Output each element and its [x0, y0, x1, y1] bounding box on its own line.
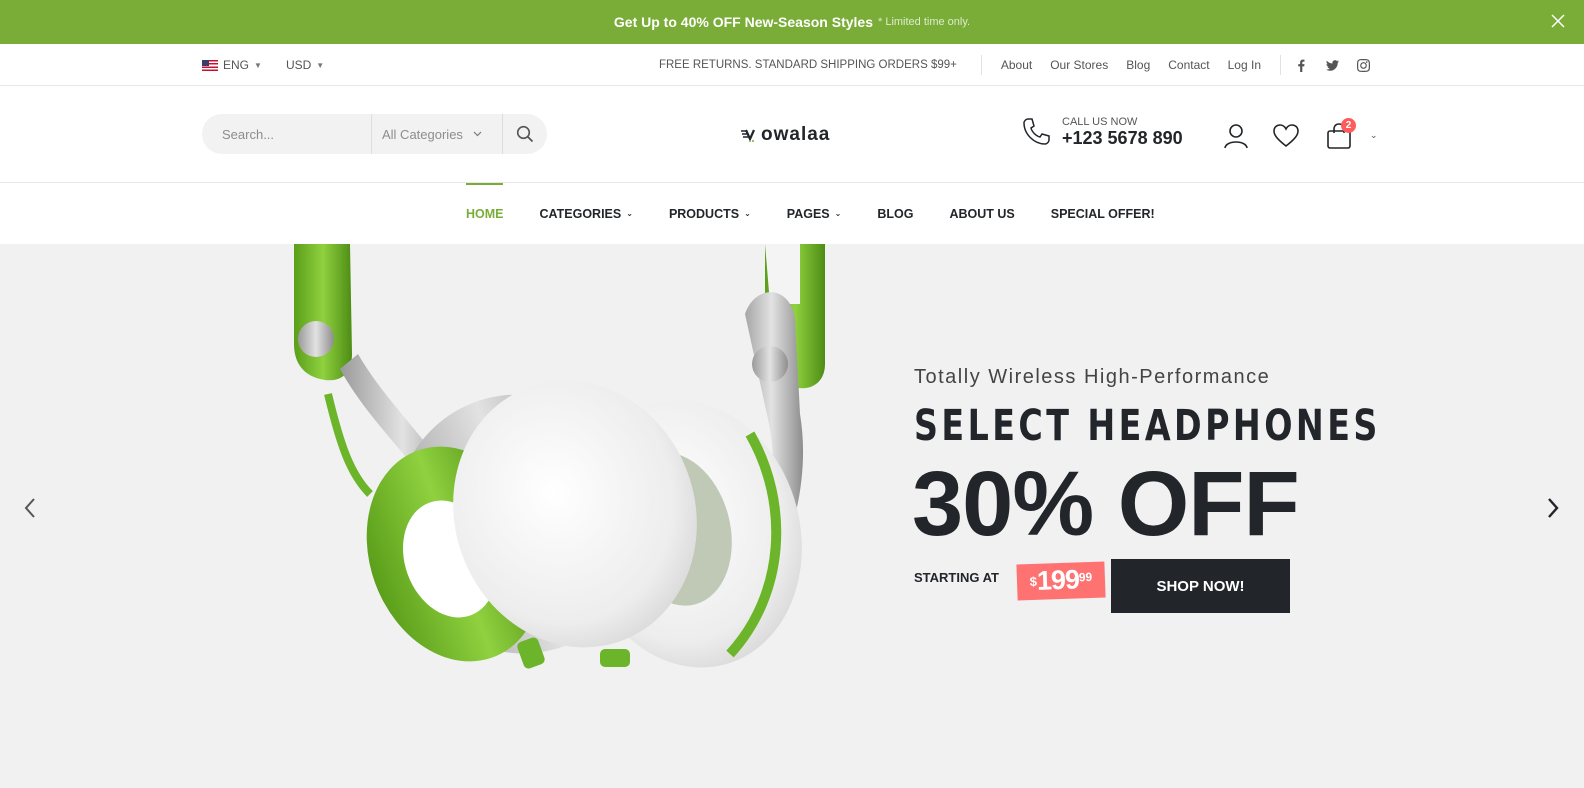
chevron-down-icon[interactable]: ⌄: [1370, 130, 1378, 141]
chevron-down-icon: ⌄: [626, 209, 633, 218]
chevron-down-icon: ▼: [254, 60, 262, 70]
shipping-notice: FREE RETURNS. STANDARD SHIPPING ORDERS $…: [658, 59, 957, 71]
site-logo[interactable]: owalaa: [741, 124, 830, 146]
nav-categories[interactable]: CATEGORIES ⌄: [540, 183, 669, 244]
category-value: All Categories: [382, 126, 463, 142]
nav-blog[interactable]: BLOG: [877, 183, 949, 244]
language-label: ENG: [223, 58, 250, 72]
top-bar: ENG ▼ USD ▼ FREE RETURNS. STANDARD SHIPP…: [0, 44, 1584, 86]
logo-cart-icon: [741, 129, 756, 142]
link-contact[interactable]: Contact: [1159, 58, 1218, 72]
price-tag: $ 199 99: [1016, 561, 1106, 601]
price-cents: 99: [1078, 569, 1093, 585]
nav-special-offer[interactable]: SPECIAL OFFER!: [1051, 183, 1191, 244]
twitter-icon[interactable]: [1326, 59, 1339, 72]
link-our-stores[interactable]: Our Stores: [1041, 58, 1117, 72]
search-input[interactable]: Search...: [202, 114, 372, 154]
price-dollars: 199: [1036, 564, 1080, 596]
phone-icon: [1023, 118, 1050, 145]
link-log-in[interactable]: Log In: [1219, 58, 1270, 72]
contact-block: CALL US NOW +123 5678 890: [1020, 116, 1183, 148]
search-button[interactable]: [503, 114, 547, 154]
nav-pages[interactable]: PAGES ⌄: [787, 183, 878, 244]
hero-subtitle: Totally Wireless High-Performance: [914, 366, 1271, 388]
search-icon: [516, 125, 534, 143]
link-about[interactable]: About: [992, 58, 1041, 72]
us-flag-icon: [202, 59, 218, 71]
chevron-down-icon: ⌄: [834, 209, 842, 218]
search-placeholder: Search...: [222, 126, 275, 142]
chevron-down-icon: [473, 131, 482, 137]
logo-text: owalaa: [761, 124, 831, 145]
starting-at-label: STARTING AT: [914, 570, 999, 585]
promo-bar: Get Up to 40% OFF New-Season Styles * Li…: [0, 0, 1584, 44]
nav-about-us[interactable]: ABOUT US: [949, 183, 1050, 244]
nav-about-us-label: ABOUT US: [949, 206, 1015, 221]
instagram-icon[interactable]: [1357, 58, 1370, 72]
prev-slide-arrow-icon[interactable]: [19, 496, 43, 520]
currency-label: USD: [285, 58, 312, 72]
heart-icon[interactable]: [1273, 123, 1299, 149]
promo-note: * Limited time only.: [877, 16, 971, 28]
chevron-down-icon: ▼: [316, 60, 325, 70]
category-select[interactable]: All Categories: [372, 114, 503, 154]
nav-products-label: PRODUCTS: [668, 206, 740, 221]
nav-blog-label: BLOG: [877, 206, 914, 221]
nav-categories-label: CATEGORIES: [539, 206, 622, 221]
chevron-down-icon: ⌄: [744, 209, 751, 218]
nav-special-offer-label: SPECIAL OFFER!: [1050, 206, 1155, 221]
cart-count-badge: 2: [1341, 118, 1356, 133]
nav-home-label: HOME: [466, 206, 504, 221]
nav-home[interactable]: HOME: [466, 183, 540, 244]
search-bar: Search... All Categories: [202, 114, 547, 154]
close-icon[interactable]: [1548, 11, 1568, 31]
user-icon[interactable]: [1223, 123, 1249, 149]
hero-title: SELECT HEADPHONES: [914, 401, 1381, 451]
promo-prefix: Get Up to: [613, 14, 677, 30]
hero-offer: 30% OFF: [912, 453, 1300, 555]
hero-slider: Totally Wireless High-Performance SELECT…: [0, 244, 1584, 788]
promo-suffix: New-Season Styles: [744, 14, 873, 30]
headphones-image: [294, 244, 825, 669]
main-nav: HOME CATEGORIES ⌄ PRODUCTS ⌄ PAGES ⌄ BLOG A…: [0, 183, 1584, 244]
phone-number[interactable]: +123 5678 890: [1062, 128, 1183, 148]
currency-switcher[interactable]: USD ▼: [286, 58, 324, 72]
nav-products[interactable]: PRODUCTS ⌄: [669, 183, 787, 244]
language-switcher[interactable]: ENG ▼: [202, 58, 262, 72]
call-label: CALL US NOW: [1062, 116, 1138, 128]
shop-now-button[interactable]: SHOP NOW!: [1111, 559, 1290, 613]
link-blog[interactable]: Blog: [1117, 58, 1159, 72]
next-slide-arrow-icon[interactable]: [1540, 496, 1564, 520]
facebook-icon[interactable]: [1295, 59, 1308, 72]
main-header: Search... All Categories owalaa CALL US …: [0, 86, 1584, 183]
nav-pages-label: PAGES: [786, 206, 830, 221]
promo-highlight: 40% OFF: [680, 14, 741, 30]
